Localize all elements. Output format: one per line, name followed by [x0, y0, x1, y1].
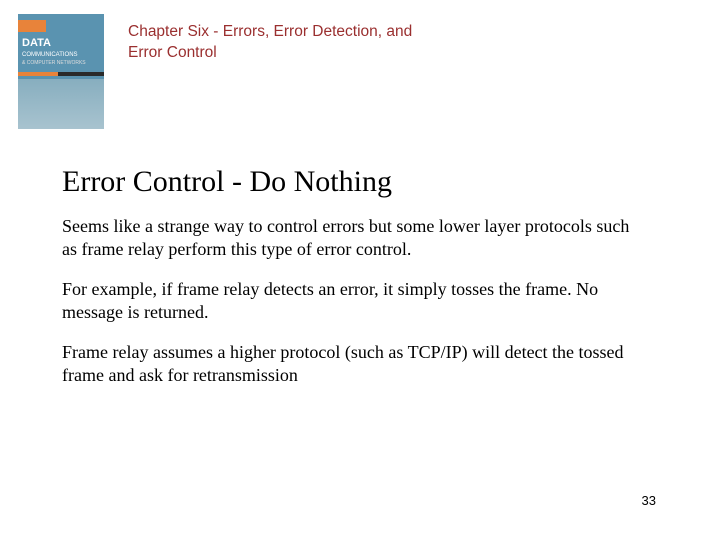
cover-title-line2: COMMUNICATIONS [22, 52, 78, 58]
cover-title-line1: DATA [22, 37, 51, 49]
cover-title-line3: & COMPUTER NETWORKS [22, 60, 86, 66]
slide-content: Error Control - Do Nothing Seems like a … [0, 129, 720, 386]
body-paragraph: For example, if frame relay detects an e… [62, 278, 642, 323]
body-paragraph: Frame relay assumes a higher protocol (s… [62, 341, 642, 386]
slide-header: DATA COMMUNICATIONS & COMPUTER NETWORKS … [0, 0, 720, 129]
slide-title: Error Control - Do Nothing [62, 165, 658, 199]
book-cover-thumbnail: DATA COMMUNICATIONS & COMPUTER NETWORKS [18, 14, 104, 129]
chapter-title: Chapter Six - Errors, Error Detection, a… [128, 14, 418, 64]
body-paragraph: Seems like a strange way to control erro… [62, 215, 642, 260]
page-number: 33 [642, 493, 656, 508]
